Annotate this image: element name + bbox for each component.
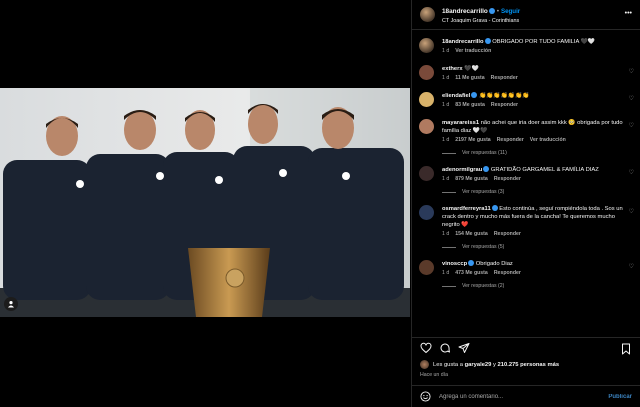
reply-button[interactable]: Responder [494,231,521,237]
comments-list[interactable]: 18andrecarrillo OBRIGADO POR TUDO FAMILI… [412,31,640,333]
post-media-pane [0,0,410,407]
verified-badge-icon [471,92,478,98]
share-icon[interactable] [458,342,470,354]
post-header: 18andrecarrillo • Seguir CT Joaquim Grava … [412,0,640,30]
follow-button[interactable]: Seguir [501,8,520,15]
comment-item: osmardferreyra11 Esto continúa , seguí r… [412,205,640,250]
heart-icon[interactable]: ♡ [629,68,634,75]
team-photo-image [0,88,410,317]
verified-badge-icon [483,166,490,172]
post-actions [412,337,640,359]
reply-button[interactable]: Responder [491,102,518,108]
commenter-avatar[interactable] [419,119,434,134]
comment-item: adenormilgrau GRATIDÃO GARGAMEL & FAMÍLI… [412,166,640,195]
reply-button[interactable]: Responder [497,137,524,143]
heart-icon[interactable]: ♡ [629,95,634,102]
heart-icon[interactable] [420,342,432,354]
separator-dot: • [496,8,499,15]
commenter-avatar[interactable] [419,65,434,80]
caption-username[interactable]: 18andrecarrillo [442,39,484,45]
emoji-icon[interactable] [420,391,431,402]
comment-item: extherx 🖤🤍 1 d 11 Me gusta Responder ♡ [412,65,640,81]
author-avatar[interactable] [420,7,435,22]
reply-button[interactable]: Responder [491,75,518,81]
post-photo[interactable] [0,88,410,317]
user-tag-icon [8,301,14,308]
heart-icon[interactable]: ♡ [629,263,634,270]
view-replies-button[interactable]: Ver respuestas (11) [442,150,626,156]
commenter-avatar[interactable] [419,166,434,181]
view-replies-button[interactable]: Ver respuestas (2) [442,283,626,289]
more-options-icon[interactable]: ••• [625,10,632,17]
commenter-username[interactable]: osmardferreyra11 [442,206,491,212]
commenter-avatar[interactable] [419,92,434,107]
likes-count[interactable]: 210.275 personas más [498,362,560,368]
comment-item: vinosccp Obrigado Diaz 1 d 473 Me gusta Re… [412,260,640,289]
heart-icon[interactable]: ♡ [629,169,634,176]
commenter-username[interactable]: extherx [442,66,463,72]
heart-icon[interactable]: ♡ [629,122,634,129]
commenter-username[interactable]: mayarareiss1 [442,120,479,126]
author-meta: 18andrecarrillo • Seguir CT Joaquim Grava … [442,4,520,26]
caption-text: 18andrecarrillo OBRIGADO POR TUDO FAMILI… [442,38,596,45]
verified-badge-icon [484,38,491,44]
translate-link[interactable]: Ver traducción [455,48,491,54]
commenter-username[interactable]: eliendafiel [442,93,470,99]
commenter-username[interactable]: adenormilgrau [442,167,482,173]
bookmark-icon[interactable] [620,343,632,355]
posted-time: Hace un día [420,372,448,378]
reply-button[interactable]: Responder [494,176,521,182]
commenter-avatar[interactable] [419,205,434,220]
caption-avatar[interactable] [419,38,434,53]
likes-summary[interactable]: Les gusta a garyale29 y 210.275 personas… [420,360,559,369]
user-tag-button[interactable] [4,297,18,311]
verified-badge-icon [488,7,495,14]
post-sidebar: 18andrecarrillo • Seguir CT Joaquim Grava … [411,0,640,407]
commenter-username[interactable]: vinosccp [442,261,467,267]
comment-input[interactable] [439,393,609,400]
verified-badge-icon [491,205,498,211]
reply-button[interactable]: Responder [494,270,521,276]
commenter-avatar[interactable] [419,260,434,275]
comment-icon[interactable] [439,342,451,354]
publish-button[interactable]: Publicar [608,394,632,400]
author-username[interactable]: 18andrecarrillo [442,8,488,15]
heart-icon[interactable]: ♡ [629,208,634,215]
translate-link[interactable]: Ver traducción [530,137,566,143]
location-link[interactable]: CT Joaquim Grava - Corinthians [442,17,520,26]
liker-avatar [420,360,429,369]
caption: 18andrecarrillo OBRIGADO POR TUDO FAMILI… [412,38,640,54]
liker-username[interactable]: garyale29 [465,362,492,368]
comment-item: mayarareiss1 não achei que iria doer ass… [412,119,640,156]
comment-composer: Publicar [412,385,640,407]
comment-item: eliendafiel 👏👏👏👏👏👏👏 1 d 83 Me gusta Respon… [412,92,640,108]
verified-badge-icon [468,260,475,266]
view-replies-button[interactable]: Ver respuestas (5) [442,244,626,250]
view-replies-button[interactable]: Ver respuestas (3) [442,189,626,195]
caption-meta: 1 d Ver traducción [442,48,492,54]
